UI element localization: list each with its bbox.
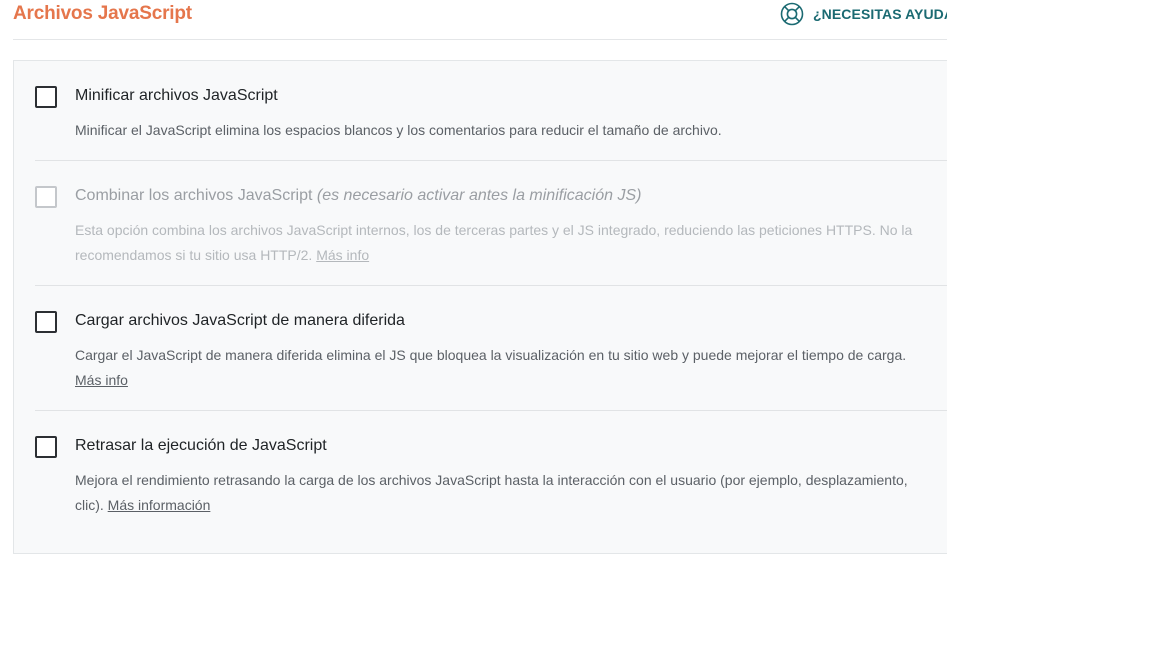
defer-js-checkbox[interactable]: [35, 311, 57, 333]
option-divider: [35, 285, 947, 286]
option-description-text: Cargar el JavaScript de manera diferida …: [75, 347, 907, 363]
option-title: Retrasar la ejecución de JavaScript: [75, 437, 327, 454]
help-link-label: ¿NECESITAS AYUDA?: [813, 6, 947, 22]
option-description: Cargar el JavaScript de manera diferida …: [75, 343, 915, 393]
lifebuoy-icon: [780, 2, 804, 26]
page-title: Archivos JavaScript: [13, 3, 192, 24]
option-divider: [35, 410, 947, 411]
more-info-link[interactable]: Más información: [108, 497, 211, 513]
option-divider: [35, 160, 947, 161]
option-description-text: Esta opción combina los archivos JavaScr…: [75, 222, 913, 263]
help-link[interactable]: ¿NECESITAS AYUDA?: [780, 2, 947, 26]
option-description: Mejora el rendimiento retrasando la carg…: [75, 468, 925, 518]
section-header: Archivos JavaScript ¿NECESITAS AYUDA?: [13, 0, 947, 40]
combine-js-checkbox[interactable]: [35, 186, 57, 208]
delay-js-checkbox[interactable]: [35, 436, 57, 458]
option-title-note: (es necesario activar antes la minificac…: [316, 187, 642, 204]
option-title: Combinar los archivos JavaScript (es nec…: [75, 187, 641, 205]
option-description-text: Minificar el JavaScript elimina los espa…: [75, 122, 722, 138]
option-description: Esta opción combina los archivos JavaScr…: [75, 218, 933, 268]
minify-js-checkbox[interactable]: [35, 86, 57, 108]
more-info-link[interactable]: Más info: [316, 247, 369, 263]
more-info-link[interactable]: Más info: [75, 372, 128, 388]
option-title: Cargar archivos JavaScript de manera dif…: [75, 312, 405, 329]
options-panel: Minificar archivos JavaScript Minificar …: [13, 60, 947, 554]
option-description: Minificar el JavaScript elimina los espa…: [75, 118, 935, 143]
option-title: Minificar archivos JavaScript: [75, 87, 278, 104]
settings-viewport: Archivos JavaScript ¿NECESITAS AYUDA? Mi…: [0, 0, 947, 648]
option-title-text: Combinar los archivos JavaScript: [75, 187, 313, 204]
